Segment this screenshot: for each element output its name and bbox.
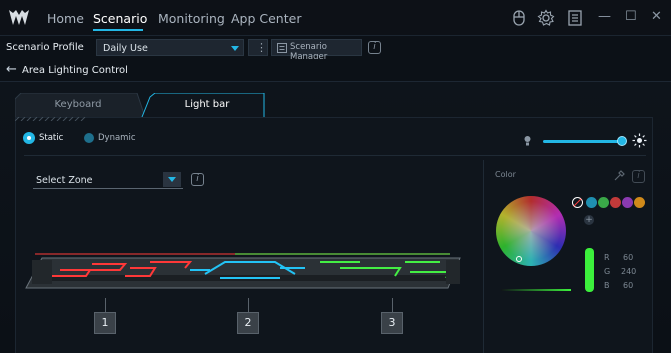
light-bar-illustration bbox=[25, 253, 461, 289]
color-brightness-slider[interactable] bbox=[501, 289, 571, 291]
list-icon bbox=[277, 43, 287, 53]
predator-logo-icon bbox=[9, 10, 29, 25]
close-icon[interactable]: ✕ bbox=[651, 9, 662, 24]
brightness-high-icon bbox=[632, 133, 647, 148]
info-icon[interactable]: i bbox=[191, 173, 204, 186]
color-swatch-red[interactable] bbox=[610, 197, 621, 208]
selected-color-preview bbox=[585, 248, 594, 292]
color-wheel-marker[interactable] bbox=[516, 256, 522, 262]
r-value[interactable]: 60 bbox=[623, 253, 633, 262]
settings-gear-icon[interactable] bbox=[537, 9, 555, 27]
eyedropper-icon[interactable] bbox=[613, 170, 625, 182]
add-color-icon[interactable]: + bbox=[584, 215, 594, 225]
zone-2-connector bbox=[248, 298, 249, 312]
color-title: Color bbox=[495, 170, 516, 179]
g-value[interactable]: 240 bbox=[621, 267, 636, 276]
scenario-profile-select[interactable]: Daily Use bbox=[96, 39, 244, 56]
nav-monitoring[interactable]: Monitoring bbox=[158, 11, 225, 26]
back-arrow-icon[interactable]: ← bbox=[6, 62, 17, 77]
color-wheel[interactable] bbox=[496, 196, 566, 266]
vertical-divider bbox=[483, 160, 484, 353]
info-icon[interactable]: i bbox=[368, 41, 381, 54]
brightness-low-icon bbox=[524, 136, 531, 146]
minimize-icon[interactable]: — bbox=[598, 9, 611, 24]
tab-keyboard[interactable]: Keyboard bbox=[15, 93, 141, 117]
b-label: B bbox=[604, 281, 610, 290]
dynamic-label: Dynamic bbox=[98, 133, 136, 143]
no-color-swatch[interactable] bbox=[572, 197, 583, 208]
dynamic-radio[interactable] bbox=[84, 133, 94, 143]
chevron-down-icon bbox=[231, 46, 239, 51]
breadcrumb-row: ← Area Lighting Control bbox=[0, 59, 671, 82]
brightness-slider-knob[interactable] bbox=[617, 136, 627, 146]
brightness-slider-track[interactable] bbox=[543, 140, 623, 143]
zone-1-connector bbox=[105, 298, 106, 312]
active-tab-indicator bbox=[93, 29, 143, 31]
tab-light-bar[interactable]: Light bar bbox=[148, 93, 266, 117]
g-label: G bbox=[604, 267, 611, 276]
nav-app-center[interactable]: App Center bbox=[231, 11, 301, 26]
color-swatch-blue[interactable] bbox=[586, 197, 597, 208]
kebab-menu-icon: ⋮ bbox=[256, 41, 267, 54]
zone-3-button[interactable]: 3 bbox=[381, 312, 403, 334]
top-bar: Home Scenario Monitoring App Center — ☐ … bbox=[0, 0, 671, 36]
profile-row: Scenario Profile Daily Use ⋮ Scenario Ma… bbox=[0, 36, 671, 62]
b-value[interactable]: 60 bbox=[623, 281, 633, 290]
color-swatch-orange[interactable] bbox=[634, 197, 645, 208]
zone-select[interactable]: Select Zone bbox=[33, 171, 183, 189]
zone-1-button[interactable]: 1 bbox=[94, 312, 116, 334]
more-options-button[interactable]: ⋮ bbox=[248, 39, 268, 56]
zone-select-value: Select Zone bbox=[36, 175, 93, 186]
scenario-manager-button[interactable]: Scenario Manager bbox=[271, 39, 362, 62]
color-swatch-purple[interactable] bbox=[622, 197, 633, 208]
static-radio[interactable] bbox=[24, 133, 34, 143]
notes-list-icon[interactable] bbox=[566, 9, 584, 27]
color-swatch-green[interactable] bbox=[598, 197, 609, 208]
page-title: Area Lighting Control bbox=[22, 65, 128, 76]
zone-3-connector bbox=[392, 298, 393, 312]
mouse-icon[interactable] bbox=[510, 9, 528, 27]
r-label: R bbox=[604, 253, 610, 262]
zone-2-button[interactable]: 2 bbox=[237, 312, 259, 334]
scenario-profile-value: Daily Use bbox=[103, 43, 148, 54]
nav-scenario[interactable]: Scenario bbox=[93, 11, 147, 26]
maximize-icon[interactable]: ☐ bbox=[625, 9, 637, 24]
divider bbox=[24, 155, 646, 156]
info-icon[interactable]: i bbox=[632, 170, 645, 183]
chevron-down-icon bbox=[168, 177, 176, 182]
nav-home[interactable]: Home bbox=[47, 11, 84, 26]
panel-hatch-decoration bbox=[15, 117, 86, 121]
scenario-profile-label: Scenario Profile bbox=[6, 42, 84, 53]
static-label: Static bbox=[39, 133, 64, 143]
